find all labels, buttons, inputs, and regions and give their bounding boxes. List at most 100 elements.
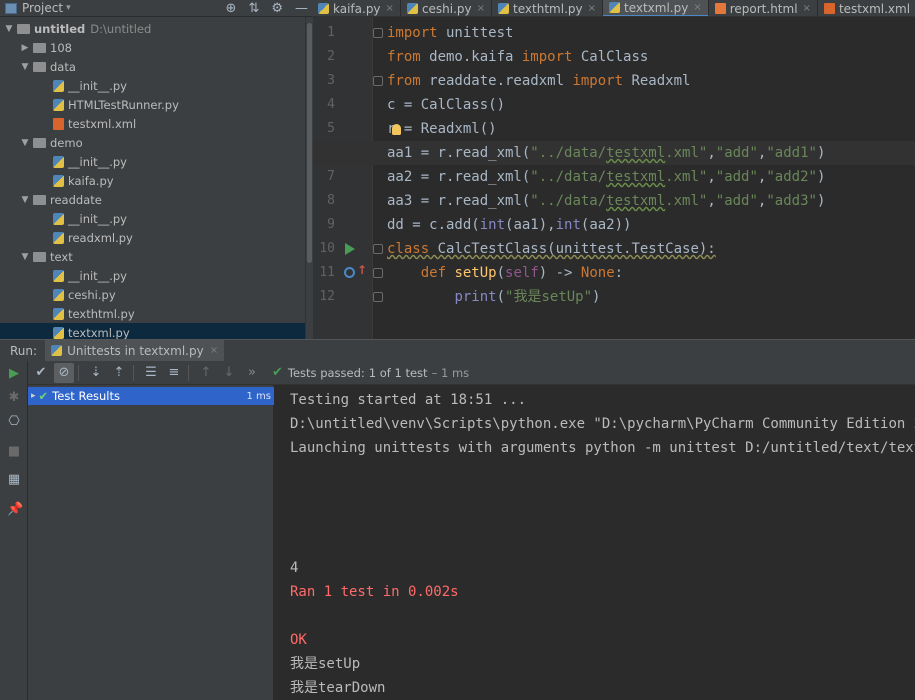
locate-icon[interactable]: ⊕ — [226, 1, 237, 16]
tab-label: ceshi.py — [421, 1, 472, 16]
more-icon[interactable]: » — [242, 363, 262, 383]
close-icon[interactable]: × — [803, 3, 811, 14]
tree-item[interactable]: __init__.py — [0, 152, 305, 171]
chevron-right-icon[interactable]: ▶ — [20, 43, 30, 53]
tree-item-label: readxml.py — [68, 230, 133, 245]
chevron-down-icon[interactable]: ▼ — [4, 24, 14, 34]
code-line[interactable]: print("我是setUp") — [387, 285, 915, 309]
close-icon[interactable]: × — [693, 2, 701, 13]
expand-all-icon[interactable]: ☰ — [141, 363, 161, 383]
tree-item[interactable]: testxml.xml — [0, 114, 305, 133]
python-file-icon — [53, 79, 64, 92]
fold-marker[interactable] — [373, 76, 383, 86]
python-file-icon — [609, 2, 620, 13]
rerun-icon[interactable]: ▶ — [7, 367, 21, 381]
close-icon[interactable]: × — [477, 3, 485, 14]
fold-marker[interactable] — [373, 292, 383, 302]
tree-root-untitled[interactable]: ▼ untitled D:\untitled — [0, 19, 305, 38]
tree-item[interactable]: kaifa.py — [0, 171, 305, 190]
tree-item[interactable]: HTMLTestRunner.py — [0, 95, 305, 114]
code-line[interactable]: aa3 = r.read_xml("../data/testxml.xml","… — [387, 189, 915, 213]
fold-marker[interactable] — [373, 244, 383, 254]
tree-item-label: __init__.py — [68, 211, 127, 226]
stop-icon[interactable]: ■ — [7, 445, 21, 459]
tab-testxml-xml[interactable]: testxml.xml× — [818, 0, 915, 16]
tab-ceshi-py[interactable]: ceshi.py × — [401, 0, 493, 16]
chevron-down-icon[interactable]: ▼ — [20, 138, 30, 148]
tree-item-label: 108 — [50, 40, 72, 55]
show-passed-icon[interactable]: ✔ — [31, 363, 51, 383]
sort-alpha-icon[interactable]: ⇣ — [86, 363, 106, 383]
collapse-all-icon[interactable]: ⇅ — [248, 1, 259, 16]
layout-icon[interactable]: ▦ — [7, 473, 21, 487]
run-tab-unittests[interactable]: Unittests in textxml.py × — [45, 339, 225, 362]
xml-file-icon — [53, 117, 64, 130]
python-file-icon — [53, 288, 64, 301]
code-line[interactable]: from demo.kaifa import CalClass — [387, 45, 915, 69]
tree-item-label: ceshi.py — [68, 287, 116, 302]
previous-failed-icon[interactable]: ↑ — [196, 363, 216, 383]
close-icon[interactable]: × — [588, 3, 596, 14]
test-results-row[interactable]: ▸ ✔ Test Results 1 ms — [28, 387, 274, 405]
console-line: OK — [290, 632, 307, 648]
tree-item[interactable]: ▼ readdate — [0, 190, 305, 209]
tree-item-label: textxml.py — [68, 325, 130, 340]
project-view-selector[interactable]: Project — [22, 1, 63, 15]
tab-label: kaifa.py — [333, 1, 381, 16]
tab-report-html[interactable]: report.html × — [709, 0, 818, 16]
next-failed-icon[interactable]: ↓ — [219, 363, 239, 383]
restore-layout-icon[interactable]: ⎔ — [7, 415, 21, 429]
tree-item[interactable]: __init__.py — [0, 209, 305, 228]
tree-item[interactable]: ▶ 108 — [0, 38, 305, 57]
override-icon[interactable] — [344, 267, 355, 278]
code-line[interactable]: dd = c.add(int(aa1),int(aa2)) — [387, 213, 915, 237]
tree-item[interactable]: textxml.py — [0, 323, 305, 339]
sort-duration-icon[interactable]: ⇡ — [109, 363, 129, 383]
console-line: Testing started at 18:51 ... — [290, 392, 527, 408]
run-console[interactable]: Testing started at 18:51 ... D:\untitled\… — [274, 385, 915, 700]
code-line[interactable]: def setUp(self) -> None: — [387, 261, 915, 285]
scrollbar-thumb[interactable] — [307, 23, 312, 263]
arrow-up-icon[interactable]: ↑ — [357, 263, 367, 277]
tree-item[interactable]: ceshi.py — [0, 285, 305, 304]
tree-item[interactable]: ▼ data — [0, 57, 305, 76]
tab-texthtml-py[interactable]: texthtml.py × — [492, 0, 603, 16]
code-line[interactable]: class CalcTestClass(unittest.TestCase): — [387, 237, 915, 261]
run-test-icon[interactable] — [345, 243, 355, 255]
show-ignored-icon[interactable]: ⊘ — [54, 362, 74, 383]
tree-item[interactable]: texthtml.py — [0, 304, 305, 323]
close-icon[interactable]: × — [386, 3, 394, 14]
debug-icon[interactable]: ✱ — [7, 391, 21, 405]
lightbulb-icon[interactable] — [392, 124, 401, 135]
python-file-icon — [498, 3, 510, 14]
tree-item[interactable]: ▼ text — [0, 247, 305, 266]
close-icon[interactable]: × — [210, 345, 218, 356]
hide-icon[interactable]: — — [295, 1, 308, 16]
chevron-right-icon[interactable]: ▸ — [31, 391, 36, 401]
gear-icon[interactable]: ⚙ — [271, 1, 283, 16]
chevron-down-icon[interactable]: ▼ — [20, 252, 30, 262]
fold-marker[interactable] — [373, 268, 383, 278]
tree-item[interactable]: __init__.py — [0, 266, 305, 285]
code-line[interactable]: c = CalClass() — [387, 93, 915, 117]
tree-item-label: readdate — [50, 192, 102, 207]
project-tree-scrollbar[interactable] — [305, 17, 313, 339]
code-line[interactable]: from readdate.readxml import Readxml — [387, 69, 915, 93]
tree-item[interactable]: __init__.py — [0, 76, 305, 95]
code-line[interactable]: import unittest — [387, 21, 915, 45]
code-line[interactable]: aa2 = r.read_xml("../data/testxml.xml","… — [387, 165, 915, 189]
tree-item[interactable]: readxml.py — [0, 228, 305, 247]
pin-icon[interactable]: 📌 — [7, 503, 23, 517]
tab-kaifa-py[interactable]: kaifa.py × — [312, 0, 401, 16]
line-number: 11 — [319, 265, 335, 280]
chevron-down-icon[interactable]: ▼ — [20, 195, 30, 205]
fold-marker[interactable] — [373, 28, 383, 38]
collapse-all-icon[interactable]: ≡ — [164, 363, 184, 383]
code-line[interactable]: aa1 = r.read_xml("../data/testxml.xml","… — [313, 141, 915, 165]
chevron-down-icon[interactable]: ▼ — [20, 62, 30, 72]
tab-textxml-py[interactable]: textxml.py × — [603, 0, 709, 16]
tree-item[interactable]: ▼ demo — [0, 133, 305, 152]
code-line[interactable]: r = Readxml() — [387, 117, 915, 141]
code-editor[interactable]: 123456789101112 import unittestfrom demo… — [313, 17, 915, 339]
chevron-down-icon[interactable]: ▾ — [66, 3, 71, 13]
